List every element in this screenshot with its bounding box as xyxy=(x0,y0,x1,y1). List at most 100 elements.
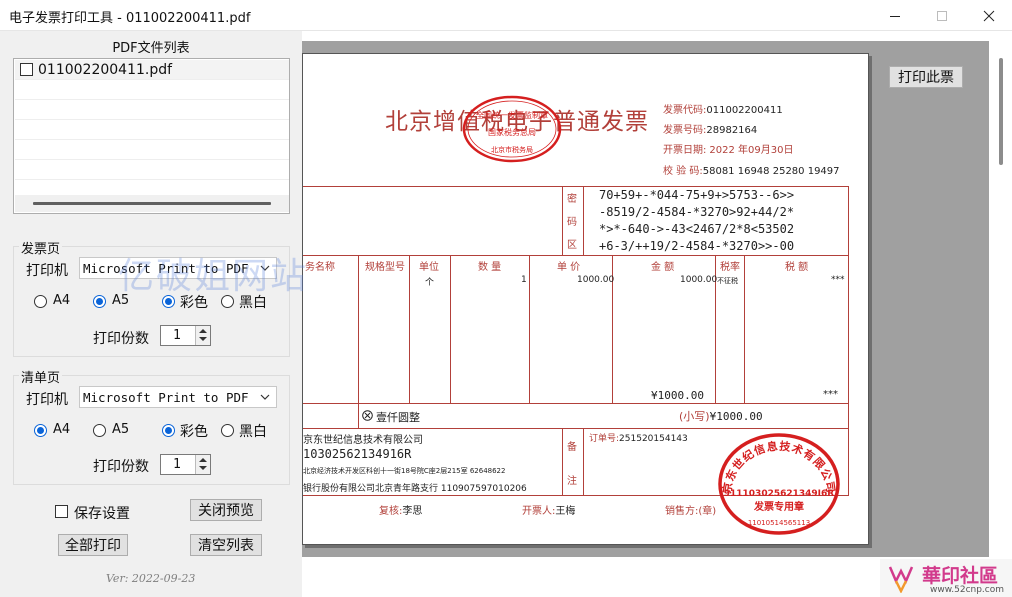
row-qty: 1 xyxy=(521,275,527,285)
paper-a5-radio[interactable] xyxy=(93,424,106,437)
paper-a4-label: A4 xyxy=(53,422,71,437)
paper-a5-label: A5 xyxy=(112,293,130,308)
list-item-empty xyxy=(15,100,289,120)
stepper-buttons[interactable] xyxy=(195,455,210,474)
color-radio[interactable] xyxy=(162,424,175,437)
copies-stepper[interactable]: 1 xyxy=(160,325,211,346)
copies-value: 1 xyxy=(173,328,181,343)
copies-stepper[interactable]: 1 xyxy=(160,454,211,475)
chevron-down-icon xyxy=(260,394,270,400)
settings-panel: PDF文件列表 011002200411.pdf 发票页 打印机 Microso… xyxy=(0,31,302,597)
drawer-label: 开票人: xyxy=(522,506,556,517)
reviewer-name: 李思 xyxy=(402,506,423,517)
paper-a4-radio[interactable] xyxy=(34,424,47,437)
cipher-char-2: 码 xyxy=(567,217,577,228)
code-value: 011002200411 xyxy=(706,105,783,116)
printer-select-value: Microsoft Print to PDF xyxy=(83,261,249,276)
brand-logo-icon xyxy=(888,566,914,593)
group-title: 清单页 xyxy=(19,367,63,386)
header-price: 单 价 xyxy=(557,262,581,273)
invoice-code-row: 发票代码:011002200411 xyxy=(663,101,783,116)
row-tax-rate: 不征税 xyxy=(717,277,738,285)
bw-radio[interactable] xyxy=(221,424,234,437)
row-unit: 个 xyxy=(425,278,435,288)
total-amount: ¥1000.00 xyxy=(651,389,704,402)
date-value: 2022 年09月30日 xyxy=(709,145,794,156)
file-name: 011002200411.pdf xyxy=(38,62,173,78)
print-this-invoice-button[interactable]: 打印此票 xyxy=(889,66,963,88)
bw-radio[interactable] xyxy=(221,295,234,308)
close-preview-button[interactable]: 关闭预览 xyxy=(190,499,262,521)
header-tax: 税 额 xyxy=(785,262,809,273)
cipher-char-1: 密 xyxy=(567,194,577,205)
cipher-char-3: 区 xyxy=(567,240,577,251)
preview-vertical-scrollbar[interactable] xyxy=(999,58,1003,165)
seal-tax-id: 911103025621349I6R xyxy=(724,489,835,499)
save-settings-checkbox[interactable] xyxy=(55,505,68,518)
list-item-empty xyxy=(15,80,289,100)
copies-label: 打印份数 xyxy=(93,331,149,347)
stepper-down-icon[interactable] xyxy=(199,466,207,470)
seal-caption: 发票专用章 xyxy=(753,500,804,513)
stepper-up-icon[interactable] xyxy=(199,329,207,333)
stepper-buttons[interactable] xyxy=(195,326,210,345)
cipher-line-2: -8519/2-4584-*3270>92+44/2* xyxy=(599,205,795,219)
maximize-icon xyxy=(937,10,947,21)
list-horizontal-scrollbar[interactable] xyxy=(15,195,289,212)
maximize-button[interactable] xyxy=(919,0,965,31)
invoice-preview-area[interactable]: 北京增值税电子普通发票 全国统一发票监制章 国家税务总局 北京市税务局 发票代码… xyxy=(302,41,989,557)
seller-sign-label: 销售方:(章) xyxy=(665,506,717,517)
color-label: 彩色 xyxy=(180,424,208,440)
title-bar: 电子发票打印工具 - 011002200411.pdf xyxy=(0,0,1012,31)
remark-char-2: 注 xyxy=(567,476,577,487)
printer-label: 打印机 xyxy=(26,263,68,279)
printer-select[interactable]: Microsoft Print to PDF xyxy=(79,386,277,408)
close-button[interactable] xyxy=(966,0,1012,31)
cipher-line-4: +6-3/++19/2-4584-*3270>>-00 xyxy=(599,239,795,253)
print-all-button[interactable]: 全部打印 xyxy=(58,534,128,556)
bw-label: 黑白 xyxy=(239,424,267,440)
list-item[interactable]: 011002200411.pdf xyxy=(15,60,289,80)
reviewer-label: 复核: xyxy=(379,506,403,517)
currency-x-icon xyxy=(362,410,373,421)
stepper-up-icon[interactable] xyxy=(199,458,207,462)
bw-label: 黑白 xyxy=(239,295,267,311)
order-number: 251520154143 xyxy=(619,434,688,444)
minimize-button[interactable] xyxy=(872,0,918,31)
clear-list-button[interactable]: 清空列表 xyxy=(190,534,262,556)
file-checkbox[interactable] xyxy=(20,63,33,76)
brand-url: www.52cnp.com xyxy=(930,585,1005,595)
order-row: 订单号:251520154143 xyxy=(589,431,688,444)
total-small-label: (小写) xyxy=(679,410,710,423)
order-label: 订单号: xyxy=(589,434,620,444)
paper-a4-label: A4 xyxy=(53,293,71,308)
number-label: 发票号码: xyxy=(663,125,707,136)
color-label: 彩色 xyxy=(180,295,208,311)
seller-bank: 银行股份有限公司北京青年路支行 110907597010206 xyxy=(303,484,527,494)
close-icon xyxy=(983,10,995,21)
pdf-file-list[interactable]: 011002200411.pdf xyxy=(13,58,290,214)
detail-page-group: 清单页 打印机 Microsoft Print to PDF A4 A5 彩色 … xyxy=(13,367,290,485)
row-amount: 1000.00 xyxy=(680,275,718,285)
total-words: 壹仟圆整 xyxy=(376,411,420,424)
header-tax-rate: 税率 xyxy=(720,262,740,273)
drawer-name: 王梅 xyxy=(555,506,576,517)
code-label: 发票代码: xyxy=(663,105,707,116)
number-value: 28982164 xyxy=(706,125,758,136)
copies-value: 1 xyxy=(173,457,181,472)
stepper-down-icon[interactable] xyxy=(199,337,207,341)
date-label: 开票日期: xyxy=(663,145,707,156)
printer-select[interactable]: Microsoft Print to PDF xyxy=(79,257,277,279)
paper-a5-radio[interactable] xyxy=(93,295,106,308)
invoice-date-row: 开票日期: 2022 年09月30日 xyxy=(663,141,793,156)
window-title: 电子发票打印工具 - 011002200411.pdf xyxy=(9,11,251,26)
header-spec: 规格型号 xyxy=(365,262,405,273)
row-price: 1000.00 xyxy=(577,275,615,285)
brand-watermark: 華印社區 www.52cnp.com xyxy=(880,559,1012,597)
save-settings-label[interactable]: 保存设置 xyxy=(74,503,130,523)
scrollbar-thumb[interactable] xyxy=(33,202,271,205)
invoice-number-row: 发票号码:28982164 xyxy=(663,121,757,136)
color-radio[interactable] xyxy=(162,295,175,308)
paper-a4-radio[interactable] xyxy=(34,295,47,308)
remark-char-1: 备 xyxy=(567,442,577,453)
